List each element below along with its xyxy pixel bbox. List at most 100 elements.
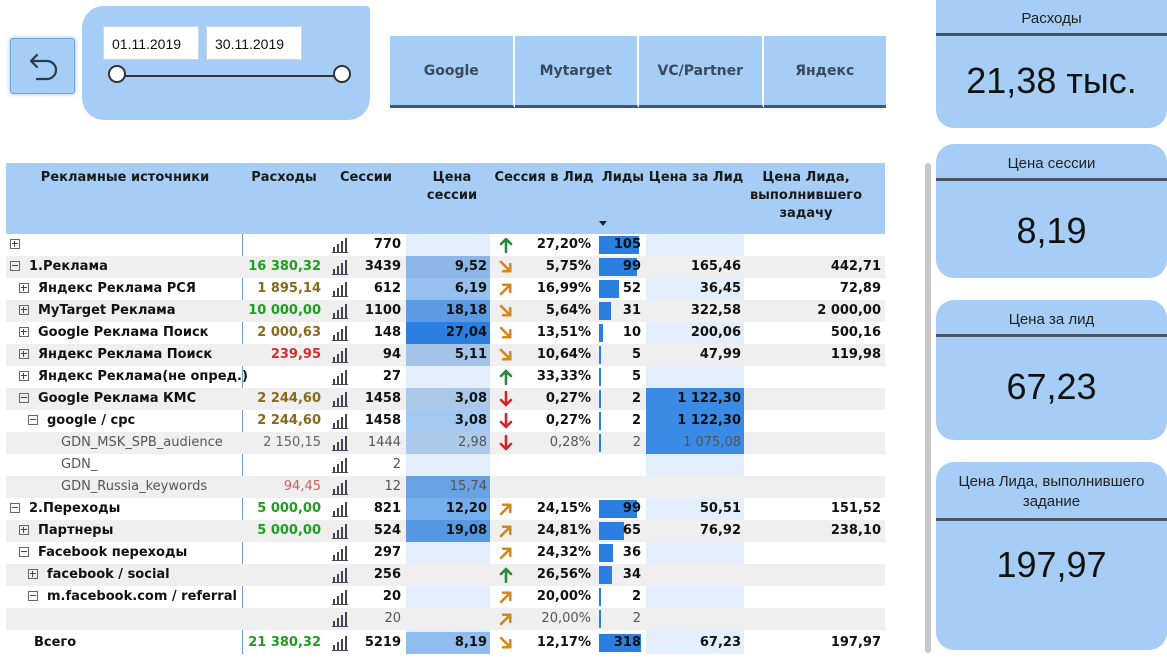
- row-source-name: 1.Реклама: [29, 259, 108, 274]
- sparkline-icon: [332, 590, 348, 605]
- collapse-icon[interactable]: [19, 393, 29, 403]
- row-lead-price: 165,46: [690, 259, 741, 274]
- row-spend: 94,45: [283, 479, 321, 494]
- row-spend: 16 380,32: [248, 259, 321, 274]
- date-slider-start-handle[interactable]: [108, 65, 126, 83]
- table-body: 770 27,20% 105 1.Реклама 16 380,32 3439 9,52 5,…: [6, 234, 885, 630]
- table-row[interactable]: GDN_ 2: [6, 454, 885, 476]
- row-lead-price: 1 122,30: [677, 413, 741, 428]
- row-lead-price: 36,45: [699, 281, 741, 296]
- table-row[interactable]: MyTarget Реклама 10 000,00 1100 18,18 5,64% 3…: [6, 300, 885, 322]
- sparkline-icon: [332, 326, 348, 341]
- expand-icon[interactable]: [19, 283, 29, 293]
- leads-bar: [599, 412, 601, 430]
- total-label: Всего: [34, 635, 77, 650]
- expand-icon[interactable]: [10, 239, 20, 249]
- filter-google-button[interactable]: Google: [390, 36, 515, 108]
- col-header-spend[interactable]: Расходы: [244, 169, 324, 187]
- trend-arrow-down-right-icon: [499, 326, 512, 339]
- row-session-price: 5,11: [454, 347, 487, 362]
- expand-icon[interactable]: [19, 305, 29, 315]
- start-date-input[interactable]: 01.11.2019: [103, 26, 199, 60]
- expand-icon[interactable]: [28, 569, 38, 579]
- table-row[interactable]: Google Реклама КМС 2 244,60 1458 3,08 0,27% 2…: [6, 388, 885, 410]
- table-row[interactable]: Яндекс Реклама РСЯ 1 895,14 612 6,19 16,99% 5…: [6, 278, 885, 300]
- table-row[interactable]: Яндекс Реклама Поиск 239,95 94 5,11 10,64% 5 4…: [6, 344, 885, 366]
- row-source-name: GDN_: [61, 457, 98, 472]
- row-source-name: 2.Переходы: [29, 501, 121, 516]
- col-header-lead-price[interactable]: Цена за Лид: [646, 169, 746, 187]
- collapse-icon[interactable]: [28, 415, 38, 425]
- sparkline-icon: [332, 304, 348, 319]
- collapse-icon[interactable]: [10, 503, 20, 513]
- row-conversion: 27,20%: [536, 237, 591, 252]
- sparkline-icon: [332, 348, 348, 363]
- table-row[interactable]: facebook / social 256 26,56% 34: [6, 564, 885, 586]
- leads-bar: [599, 434, 601, 452]
- date-slider-end-handle[interactable]: [333, 65, 351, 83]
- col-header-session-price[interactable]: Цена сессии: [416, 169, 488, 205]
- table-row[interactable]: google / cpc 2 244,60 1458 3,08 0,27% 2 1 122,…: [6, 410, 885, 432]
- row-task-lead-price: 500,16: [830, 325, 881, 340]
- col-header-source[interactable]: Рекламные источники: [6, 169, 244, 187]
- row-conversion: 10,64%: [536, 347, 591, 362]
- table-row[interactable]: 1.Реклама 16 380,32 3439 9,52 5,75% 99 165,46 4…: [6, 256, 885, 278]
- table-row[interactable]: m.facebook.com / referral 20 20,00% 2: [6, 586, 885, 608]
- row-sessions: 27: [382, 369, 401, 384]
- row-sessions: 20: [384, 611, 401, 626]
- row-source-name: MyTarget Реклама: [38, 303, 176, 318]
- table-row[interactable]: Google Реклама Поиск 2 000,63 148 27,04 13,5…: [6, 322, 885, 344]
- row-leads: 99: [622, 259, 641, 274]
- row-conversion: 5,75%: [545, 259, 591, 274]
- expand-icon[interactable]: [19, 371, 29, 381]
- col-header-task-lead-price[interactable]: Цена Лида, выполнившего задачу: [746, 169, 866, 223]
- collapse-icon[interactable]: [19, 547, 29, 557]
- back-button[interactable]: [10, 38, 75, 94]
- expand-icon[interactable]: [19, 327, 29, 337]
- row-conversion: 24,15%: [536, 501, 591, 516]
- kpi-value: 21,38 тыс.: [966, 60, 1137, 101]
- row-leads: 5: [631, 369, 641, 384]
- kpi-card-task-lead-price: Цена Лида, выполнившего задание 197,97: [936, 462, 1167, 650]
- trend-arrow-up-icon: [499, 567, 513, 584]
- row-spend: 2 244,60: [257, 413, 321, 428]
- table-row[interactable]: GDN_MSK_SPB_audience 2 150,15 1444 2,98 0,28…: [6, 432, 885, 454]
- table-row[interactable]: GDN_Russia_keywords 94,45 12 15,74: [6, 476, 885, 498]
- table-row[interactable]: 770 27,20% 105: [6, 234, 885, 256]
- col-header-leads[interactable]: Лиды: [598, 169, 648, 187]
- row-sessions: 1100: [364, 303, 401, 318]
- trend-arrow-down-icon: [499, 434, 513, 451]
- row-conversion: 20,00%: [536, 589, 591, 604]
- filter-mytarget-button[interactable]: Mytarget: [514, 36, 639, 108]
- table-row[interactable]: Яндекс Реклама(не опред.) 27 33,33% 5: [6, 366, 885, 388]
- expand-icon[interactable]: [19, 525, 29, 535]
- row-spend: 1 895,14: [257, 281, 321, 296]
- table-row[interactable]: Facebook переходы 297 24,32% 36: [6, 542, 885, 564]
- table-row[interactable]: Партнеры 5 000,00 524 19,08 24,81% 65 76,92 238…: [6, 520, 885, 542]
- trend-arrow-down-right-icon: [499, 636, 512, 649]
- sparkline-icon: [332, 480, 348, 495]
- table-scrollbar[interactable]: [925, 163, 931, 653]
- collapse-icon[interactable]: [10, 261, 20, 271]
- sparkline-icon: [332, 568, 348, 583]
- row-source-name: GDN_Russia_keywords: [61, 479, 208, 494]
- row-sessions: 1458: [364, 413, 401, 428]
- row-conversion: 24,81%: [536, 523, 591, 538]
- sparkline-icon: [332, 524, 348, 539]
- filter-yandex-button[interactable]: Яндекс: [763, 36, 886, 108]
- col-header-sessions[interactable]: Сессии: [326, 169, 406, 187]
- collapse-icon[interactable]: [28, 591, 38, 601]
- end-date-input[interactable]: 30.11.2019: [206, 26, 302, 60]
- col-header-conversion[interactable]: Сессия в Лид: [490, 169, 598, 187]
- filter-vcpartner-button[interactable]: VC/Partner: [639, 36, 764, 108]
- row-leads: 34: [622, 567, 641, 582]
- row-sessions: 94: [382, 347, 401, 362]
- row-spend: 2 244,60: [257, 391, 321, 406]
- row-leads: 10: [622, 325, 641, 340]
- table-row[interactable]: 2.Переходы 5 000,00 821 12,20 24,15% 99 50,51 1…: [6, 498, 885, 520]
- leads-bar: [599, 566, 612, 584]
- table-row[interactable]: 20 20,00% 2: [6, 608, 885, 630]
- kpi-card-lead-price: Цена за лид 67,23: [936, 300, 1167, 440]
- expand-icon[interactable]: [19, 349, 29, 359]
- date-slider-track[interactable]: [117, 75, 343, 77]
